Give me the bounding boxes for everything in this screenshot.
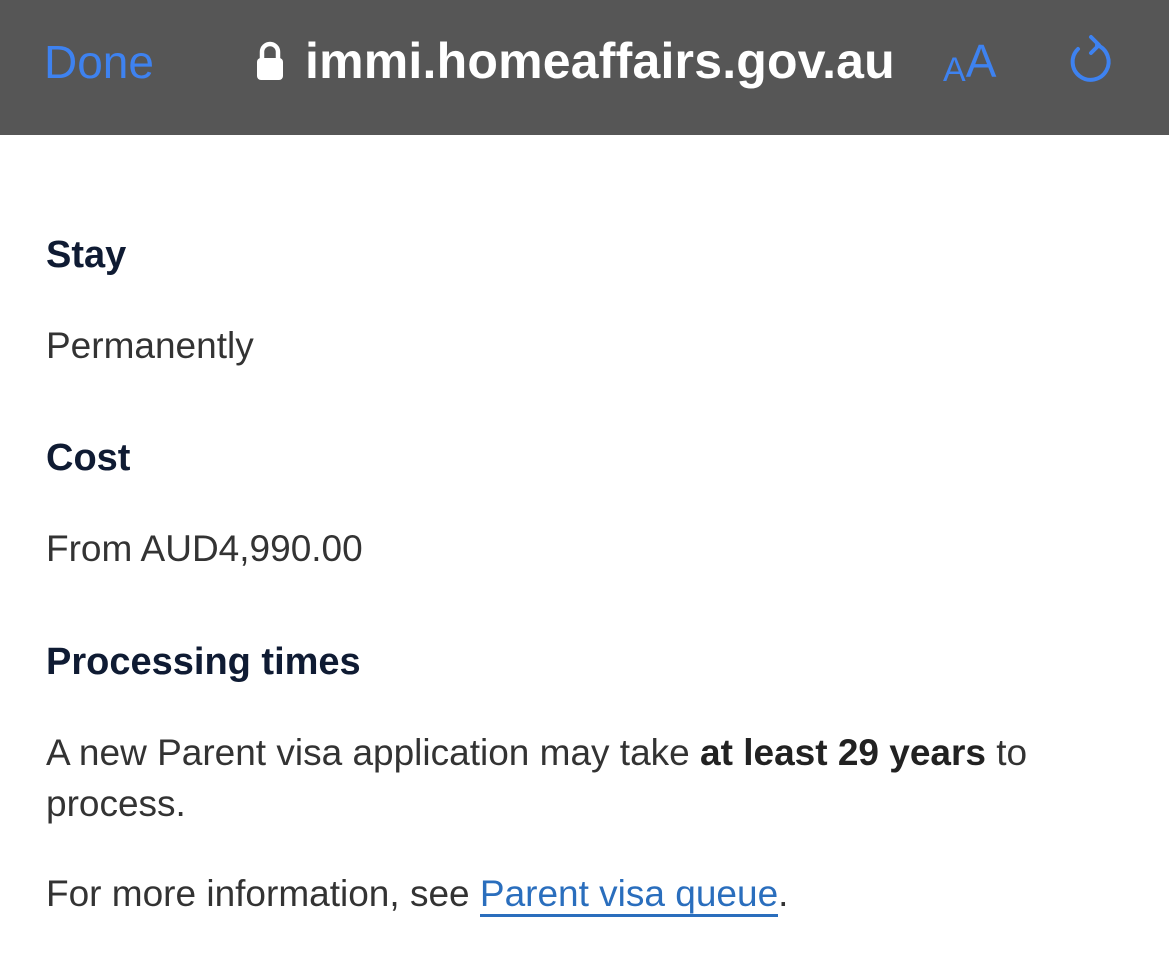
text-size-big-glyph: A [965,35,997,87]
done-button[interactable]: Done [44,34,154,90]
reload-icon[interactable] [1064,34,1116,88]
cost-value: From AUD4,990.00 [46,528,363,569]
text-size-button[interactable]: AA [943,30,996,92]
processing-times-heading: Processing times [46,641,361,683]
parent-visa-queue-link[interactable]: Parent visa queue [479,873,779,917]
address-bar[interactable]: immi.homeaffairs.gov.au [255,30,895,92]
more-info-text: For more information, see Parent visa qu… [46,868,1126,919]
stay-value: Permanently [46,325,254,366]
stay-heading: Stay [46,234,127,276]
browser-toolbar: Done immi.homeaffairs.gov.au AA [0,0,1169,135]
url-text: immi.homeaffairs.gov.au [305,33,895,89]
cost-heading: Cost [46,437,131,479]
more-info-prefix: For more information, see [46,873,480,914]
more-info-suffix: . [778,873,789,914]
processing-duration: at least 29 years [700,732,986,773]
processing-times-text: A new Parent visa application may take a… [46,727,1126,829]
text-size-small-glyph: A [943,51,966,89]
lock-icon [257,41,283,80]
processing-text-before: A new Parent visa application may take [46,732,701,773]
